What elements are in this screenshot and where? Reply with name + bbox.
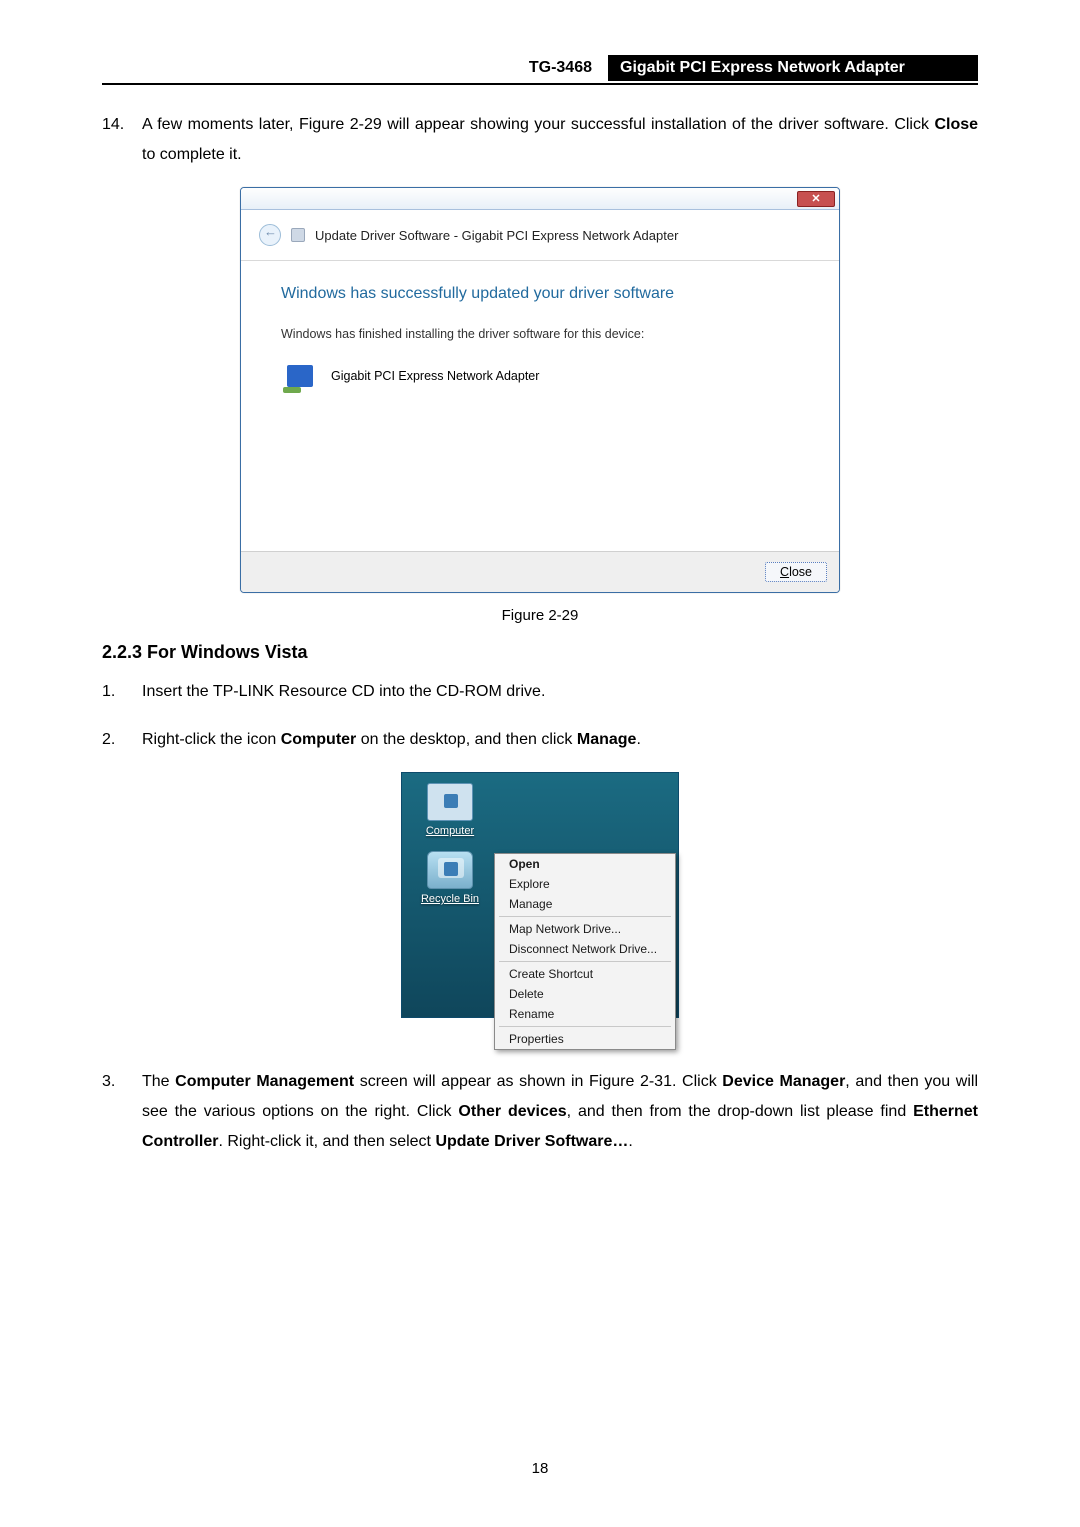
close-button[interactable]: Close xyxy=(765,562,827,582)
vista-desktop-screenshot: Computer Recycle Bin Open Explore Manage… xyxy=(401,772,679,1018)
finished-line: Windows has finished installing the driv… xyxy=(281,327,811,341)
back-icon[interactable] xyxy=(259,224,281,246)
step-vista-1: 1. Insert the TP-LINK Resource CD into t… xyxy=(102,677,978,707)
recycle-bin-label: Recycle Bin xyxy=(408,893,492,905)
text: will appear showing your successful inst… xyxy=(382,116,935,133)
dialog-footer: Close xyxy=(241,551,839,592)
dialog-subheader: Update Driver Software - Gigabit PCI Exp… xyxy=(241,210,839,261)
menu-create-shortcut[interactable]: Create Shortcut xyxy=(495,964,675,984)
menu-separator xyxy=(499,916,671,917)
menu-delete[interactable]: Delete xyxy=(495,984,675,1004)
recycle-bin-desktop-icon[interactable]: Recycle Bin xyxy=(408,851,492,905)
figure-label-29: Figure 2-29 xyxy=(102,607,978,624)
menu-manage[interactable]: Manage xyxy=(495,894,675,914)
menu-rename[interactable]: Rename xyxy=(495,1004,675,1024)
step-number: 1. xyxy=(102,677,142,707)
device-mini-icon xyxy=(291,228,305,242)
step-body: A few moments later, Figure 2-29 will ap… xyxy=(142,110,978,169)
step-vista-2: 2. Right-click the icon Computer on the … xyxy=(102,725,978,755)
success-message: Windows has successfully updated your dr… xyxy=(281,285,811,303)
step-number: 3. xyxy=(102,1067,142,1156)
recycle-bin-icon xyxy=(427,851,473,889)
text: A few moments later, xyxy=(142,116,299,133)
computer-icon xyxy=(427,783,473,821)
fig-ref: Figure 2-29 xyxy=(299,116,382,133)
bold-close: Close xyxy=(934,116,978,133)
step-body: The Computer Management screen will appe… xyxy=(142,1067,978,1156)
step-vista-3: 3. The Computer Management screen will a… xyxy=(102,1067,978,1156)
device-row: Gigabit PCI Express Network Adapter xyxy=(287,365,811,387)
dialog-subtitle: Update Driver Software - Gigabit PCI Exp… xyxy=(315,228,678,243)
dialog-titlebar: ✕ xyxy=(241,188,839,210)
network-adapter-icon xyxy=(287,365,313,387)
computer-label: Computer xyxy=(408,825,492,837)
menu-disconnect-drive[interactable]: Disconnect Network Drive... xyxy=(495,939,675,959)
page-number: 18 xyxy=(0,1460,1080,1477)
step-body: Right-click the icon Computer on the des… xyxy=(142,725,978,755)
text: to complete it. xyxy=(142,146,242,163)
menu-map-drive[interactable]: Map Network Drive... xyxy=(495,919,675,939)
driver-update-dialog: ✕ Update Driver Software - Gigabit PCI E… xyxy=(240,187,840,593)
context-menu: Open Explore Manage Map Network Drive...… xyxy=(494,853,676,1050)
menu-separator xyxy=(499,961,671,962)
close-label-rest: lose xyxy=(789,565,812,579)
step-body: Insert the TP-LINK Resource CD into the … xyxy=(142,677,978,707)
menu-open[interactable]: Open xyxy=(495,854,675,874)
section-heading-vista: 2.2.3 For Windows Vista xyxy=(102,642,978,663)
dialog-body: Windows has successfully updated your dr… xyxy=(241,261,839,551)
step-number: 14. xyxy=(102,110,142,169)
computer-desktop-icon[interactable]: Computer xyxy=(408,783,492,837)
product-title: Gigabit PCI Express Network Adapter xyxy=(608,55,978,81)
menu-separator xyxy=(499,1026,671,1027)
device-name: Gigabit PCI Express Network Adapter xyxy=(331,369,539,383)
page-header: TG-3468 Gigabit PCI Express Network Adap… xyxy=(102,55,978,85)
step-14: 14. A few moments later, Figure 2-29 wil… xyxy=(102,110,978,169)
product-code: TG-3468 xyxy=(513,55,608,81)
menu-properties[interactable]: Properties xyxy=(495,1029,675,1049)
step-number: 2. xyxy=(102,725,142,755)
close-icon[interactable]: ✕ xyxy=(797,191,835,207)
menu-explore[interactable]: Explore xyxy=(495,874,675,894)
